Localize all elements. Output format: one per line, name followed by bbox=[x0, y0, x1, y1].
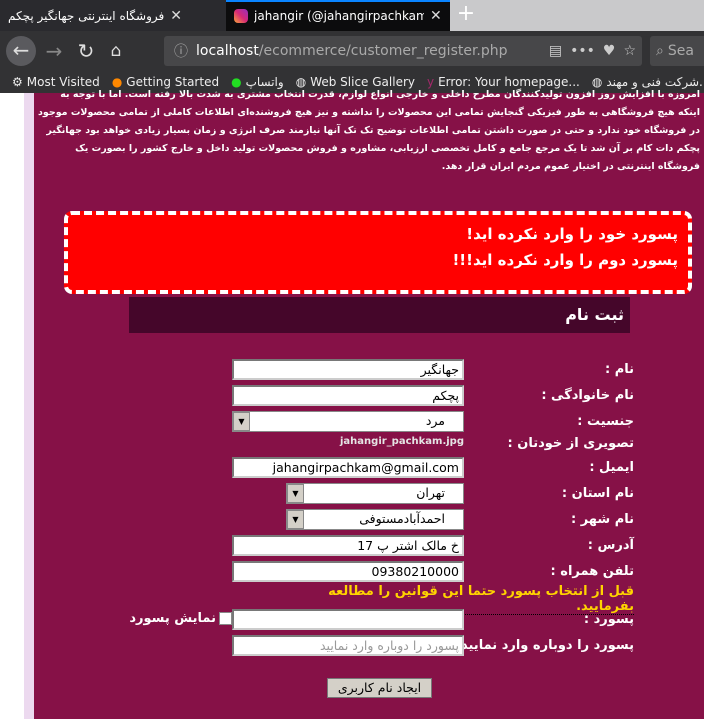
main-content: امروزه با افزایش روز افزون تولیدکنندگان … bbox=[34, 89, 704, 719]
tab-bar: ✕ فروشگاه اینترنتی جهانگیر پچکم jahangir … bbox=[0, 0, 704, 31]
password-confirm-input[interactable]: پسورد را دوباره وارد نمایید bbox=[232, 635, 464, 656]
password-label: پسورد : bbox=[583, 612, 634, 627]
error-message: پسورد خود را وارد نکرده اید! bbox=[466, 225, 678, 243]
close-tab-icon[interactable]: ✕ bbox=[430, 8, 442, 24]
page: امروزه با افزایش روز افزون تولیدکنندگان … bbox=[0, 89, 704, 719]
side-strip bbox=[24, 93, 34, 719]
gear-icon: ⚙ bbox=[12, 75, 23, 89]
first-name-label: نام : bbox=[604, 362, 634, 377]
address-label: آدرس : bbox=[587, 538, 634, 553]
tab-instagram[interactable]: jahangir (@jahangirpachkam) • Ins✕ bbox=[226, 0, 450, 31]
phone-input[interactable]: 09380210000 bbox=[232, 561, 464, 582]
new-tab-button[interactable]: + bbox=[452, 2, 480, 28]
forward-button[interactable]: → bbox=[40, 37, 68, 65]
more-icon[interactable]: ••• bbox=[570, 43, 595, 59]
email-input[interactable]: jahangirpachkam@gmail.com bbox=[232, 457, 464, 478]
gender-label: جنسیت : bbox=[577, 414, 634, 429]
photo-file-input[interactable]: jahangir_pachkam.jpg bbox=[232, 436, 464, 447]
gender-select[interactable]: مرد ▼ bbox=[232, 411, 464, 432]
chevron-down-icon[interactable]: ▼ bbox=[233, 412, 250, 431]
home-button[interactable]: ⌂ bbox=[102, 37, 130, 65]
reader-view-icon[interactable]: ▤ bbox=[549, 43, 562, 59]
info-icon[interactable]: ⓘ bbox=[174, 41, 188, 61]
create-account-button[interactable]: ایجاد نام کاربری bbox=[327, 678, 432, 698]
photo-label: تصویری از خودتان : bbox=[507, 436, 635, 451]
show-password-toggle[interactable]: نمایش پسورد bbox=[124, 611, 232, 626]
error-message: پسورد دوم را وارد نکرده اید!!! bbox=[452, 251, 678, 269]
tab-store[interactable]: ✕ فروشگاه اینترنتی جهانگیر پچکم bbox=[0, 0, 226, 31]
last-name-label: نام خانوادگی : bbox=[541, 388, 634, 403]
search-input[interactable]: ⌕ Sea bbox=[650, 36, 704, 66]
error-box: پسورد خود را وارد نکرده اید! پسورد دوم ر… bbox=[64, 211, 692, 294]
instagram-icon bbox=[234, 8, 248, 23]
back-button[interactable]: ← bbox=[6, 36, 36, 66]
search-icon: ⌕ bbox=[656, 43, 664, 59]
close-tab-icon[interactable]: ✕ bbox=[170, 8, 182, 24]
last-name-input[interactable]: پچکم bbox=[232, 385, 464, 406]
email-label: ایمیل : bbox=[589, 460, 634, 475]
first-name-input[interactable]: جهانگیر bbox=[232, 359, 464, 380]
pocket-icon[interactable]: ♥ bbox=[603, 43, 616, 59]
province-label: نام استان : bbox=[561, 486, 634, 501]
chevron-down-icon[interactable]: ▼ bbox=[287, 510, 304, 529]
city-select[interactable]: احمدآبادمستوفی ▼ bbox=[286, 509, 464, 530]
city-label: نام شهر : bbox=[571, 512, 634, 527]
password-input[interactable] bbox=[232, 609, 464, 630]
chevron-down-icon[interactable]: ▼ bbox=[287, 484, 304, 503]
address-input[interactable]: خ مالک اشتر پ 17 bbox=[232, 535, 464, 556]
nav-toolbar: ← → ↻ ⌂ ⓘ localhost/ecommerce/customer_r… bbox=[0, 31, 704, 71]
url-bar[interactable]: ⓘ localhost/ecommerce/customer_register.… bbox=[164, 36, 642, 66]
phone-label: تلفن همراه : bbox=[550, 564, 634, 579]
province-select[interactable]: تهران ▼ bbox=[286, 483, 464, 504]
reload-button[interactable]: ↻ bbox=[72, 37, 100, 65]
bookmark-star-icon[interactable]: ☆ bbox=[623, 43, 636, 59]
show-password-checkbox[interactable] bbox=[219, 612, 232, 625]
intro-text: امروزه با افزایش روز افزون تولیدکنندگان … bbox=[38, 89, 700, 172]
form-title: ثبت نام bbox=[129, 297, 630, 333]
